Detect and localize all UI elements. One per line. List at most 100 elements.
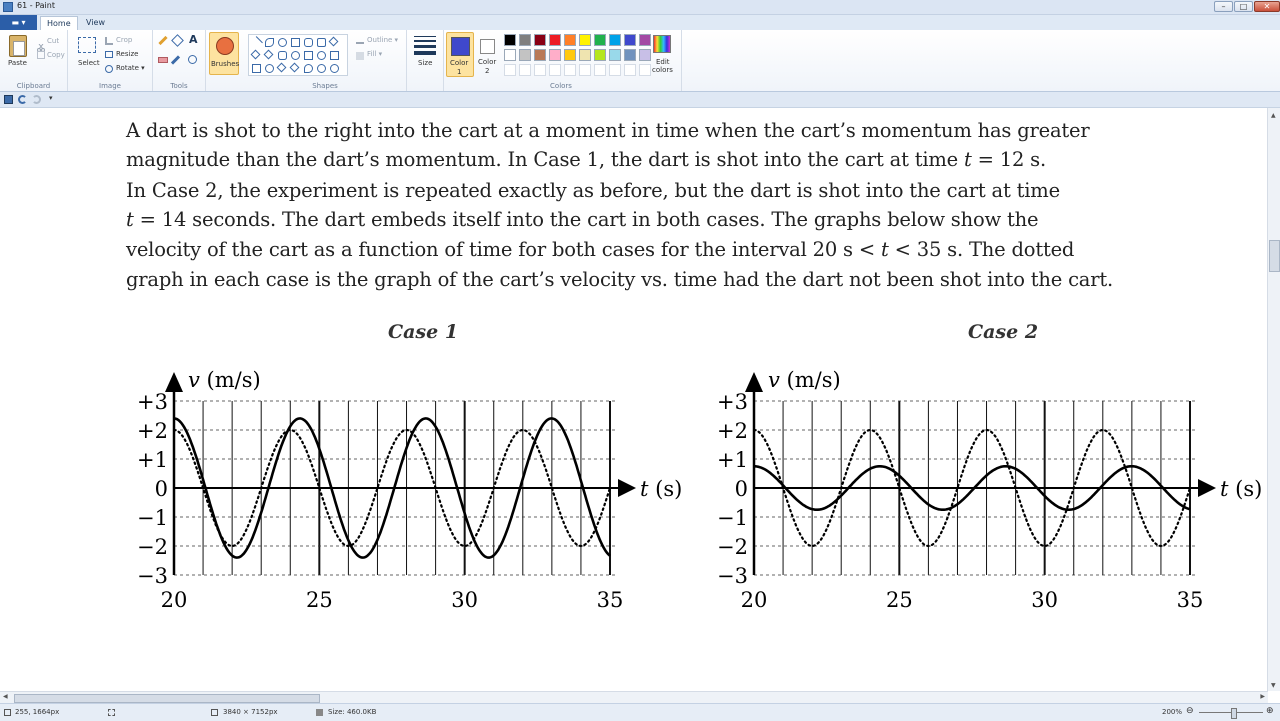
- quick-access-toolbar: ▾: [0, 92, 1280, 108]
- crop-button[interactable]: Crop: [116, 36, 132, 44]
- paste-button[interactable]: Paste: [8, 59, 27, 67]
- color-swatch[interactable]: [609, 49, 621, 61]
- case2-chart: +3 +2 +1 0 −1 −2 −320 25 30 35 v (m/s) t (s): [717, 368, 1262, 612]
- color-swatch[interactable]: [624, 49, 636, 61]
- cursor-position: 255, 1664px: [15, 708, 60, 716]
- color-swatch[interactable]: [519, 34, 531, 46]
- custom-color-slot[interactable]: [534, 64, 546, 76]
- shapes-gallery[interactable]: [248, 34, 348, 76]
- y-axis-arrow: [165, 372, 183, 392]
- custom-color-slot[interactable]: [564, 64, 576, 76]
- fill-bucket-icon[interactable]: [171, 34, 184, 47]
- case1-chart: +3 +2 +1 0 −1 −2 −320 25 30 35 v (m/s) t (s): [137, 368, 682, 612]
- color1-button[interactable]: Color 1: [446, 32, 474, 77]
- x-tick-label: 20: [161, 588, 188, 612]
- color-swatch[interactable]: [579, 49, 591, 61]
- color-picker-icon[interactable]: [170, 55, 181, 65]
- custom-color-slot[interactable]: [549, 64, 561, 76]
- color-swatch[interactable]: [639, 34, 651, 46]
- size-lines-icon[interactable]: [414, 36, 436, 56]
- custom-color-slot[interactable]: [624, 64, 636, 76]
- vertical-scrollbar[interactable]: ▲ ▼: [1267, 108, 1280, 691]
- color-swatch[interactable]: [564, 34, 576, 46]
- custom-color-slot[interactable]: [519, 64, 531, 76]
- maximize-button[interactable]: □: [1234, 1, 1253, 12]
- tab-home[interactable]: Home: [40, 16, 78, 31]
- magnifier-icon[interactable]: [188, 55, 197, 64]
- redo-icon[interactable]: [32, 95, 41, 104]
- cut-button[interactable]: Cut: [47, 37, 59, 45]
- y-tick-label: −1: [137, 506, 168, 530]
- problem-line-4: 𝑡 = 14 seconds. The dart embeds itself i…: [126, 208, 1039, 231]
- y-tick-label: +1: [717, 448, 748, 472]
- x-tick-label: 35: [597, 588, 624, 612]
- edit-colors-label-2[interactable]: colors: [652, 66, 673, 74]
- problem-line-1: A dart is shot to the right into the car…: [126, 119, 1090, 142]
- color2-button[interactable]: Color 2: [476, 32, 500, 77]
- copy-button[interactable]: Copy: [47, 51, 65, 59]
- select-button[interactable]: Select: [78, 59, 100, 67]
- color-swatch[interactable]: [519, 49, 531, 61]
- rotate-button[interactable]: Rotate ▾: [116, 64, 145, 72]
- image-dimensions: 3840 × 7152px: [223, 708, 278, 716]
- color-swatch[interactable]: [594, 34, 606, 46]
- paste-icon[interactable]: [9, 35, 27, 57]
- vertical-scroll-thumb[interactable]: [1269, 240, 1280, 272]
- custom-color-slot[interactable]: [504, 64, 516, 76]
- custom-color-slot[interactable]: [579, 64, 591, 76]
- color-swatch[interactable]: [579, 34, 591, 46]
- color1-number: 1: [457, 68, 462, 76]
- color-swatch[interactable]: [504, 34, 516, 46]
- save-icon[interactable]: [4, 95, 13, 104]
- scroll-down-arrow[interactable]: ▼: [1271, 682, 1276, 689]
- color-swatch[interactable]: [534, 34, 546, 46]
- file-size-icon: [316, 709, 323, 716]
- color-swatch[interactable]: [549, 34, 561, 46]
- crop-icon: [105, 37, 113, 45]
- size-label[interactable]: Size: [418, 59, 432, 67]
- edit-colors-icon[interactable]: [653, 35, 671, 53]
- fill-button[interactable]: Fill ▾: [367, 50, 382, 58]
- color-swatch[interactable]: [624, 34, 636, 46]
- scroll-right-arrow[interactable]: ▶: [1260, 693, 1265, 700]
- y-tick-label: −3: [137, 564, 168, 588]
- color-swatch[interactable]: [564, 49, 576, 61]
- brushes-button[interactable]: Brushes: [209, 32, 239, 75]
- custom-color-slot[interactable]: [594, 64, 606, 76]
- eraser-icon[interactable]: [158, 57, 168, 63]
- color-swatch[interactable]: [594, 49, 606, 61]
- color-swatch[interactable]: [534, 49, 546, 61]
- color-swatch[interactable]: [609, 34, 621, 46]
- undo-icon[interactable]: [18, 95, 27, 104]
- zoom-in-button[interactable]: ⊕: [1266, 706, 1274, 716]
- custom-color-slot[interactable]: [639, 64, 651, 76]
- scroll-up-arrow[interactable]: ▲: [1271, 112, 1276, 119]
- zoom-slider-thumb[interactable]: [1231, 708, 1237, 719]
- customize-qat-icon[interactable]: ▾: [49, 94, 53, 102]
- color-swatch[interactable]: [549, 49, 561, 61]
- edit-colors-label-1[interactable]: Edit: [656, 58, 670, 66]
- outline-button[interactable]: Outline ▾: [367, 36, 398, 44]
- y-tick-label: +2: [137, 419, 168, 443]
- color-swatch[interactable]: [639, 49, 651, 61]
- select-icon[interactable]: [78, 37, 96, 53]
- close-button[interactable]: ✕: [1254, 1, 1280, 12]
- scroll-left-arrow[interactable]: ◀: [3, 693, 8, 700]
- copy-icon: [37, 51, 45, 59]
- file-menu-button[interactable]: ▬ ▾: [0, 15, 37, 30]
- drawing-canvas[interactable]: A dart is shot to the right into the car…: [0, 108, 1268, 691]
- custom-color-slot[interactable]: [609, 64, 621, 76]
- y-axis-label: v (m/s): [188, 368, 261, 392]
- horizontal-scroll-thumb[interactable]: [14, 694, 320, 703]
- minimize-button[interactable]: –: [1214, 1, 1233, 12]
- pencil-icon[interactable]: [158, 35, 168, 46]
- image-label: Image: [99, 82, 121, 90]
- y-tick-label: −1: [717, 506, 748, 530]
- x-axis-arrow: [1198, 479, 1216, 497]
- color-swatch[interactable]: [504, 49, 516, 61]
- tab-view[interactable]: View: [80, 16, 111, 30]
- paint-app-icon[interactable]: [3, 2, 13, 12]
- resize-button[interactable]: Resize: [116, 50, 138, 58]
- text-tool-icon[interactable]: A: [189, 33, 198, 46]
- zoom-out-button[interactable]: ⊖: [1186, 706, 1194, 716]
